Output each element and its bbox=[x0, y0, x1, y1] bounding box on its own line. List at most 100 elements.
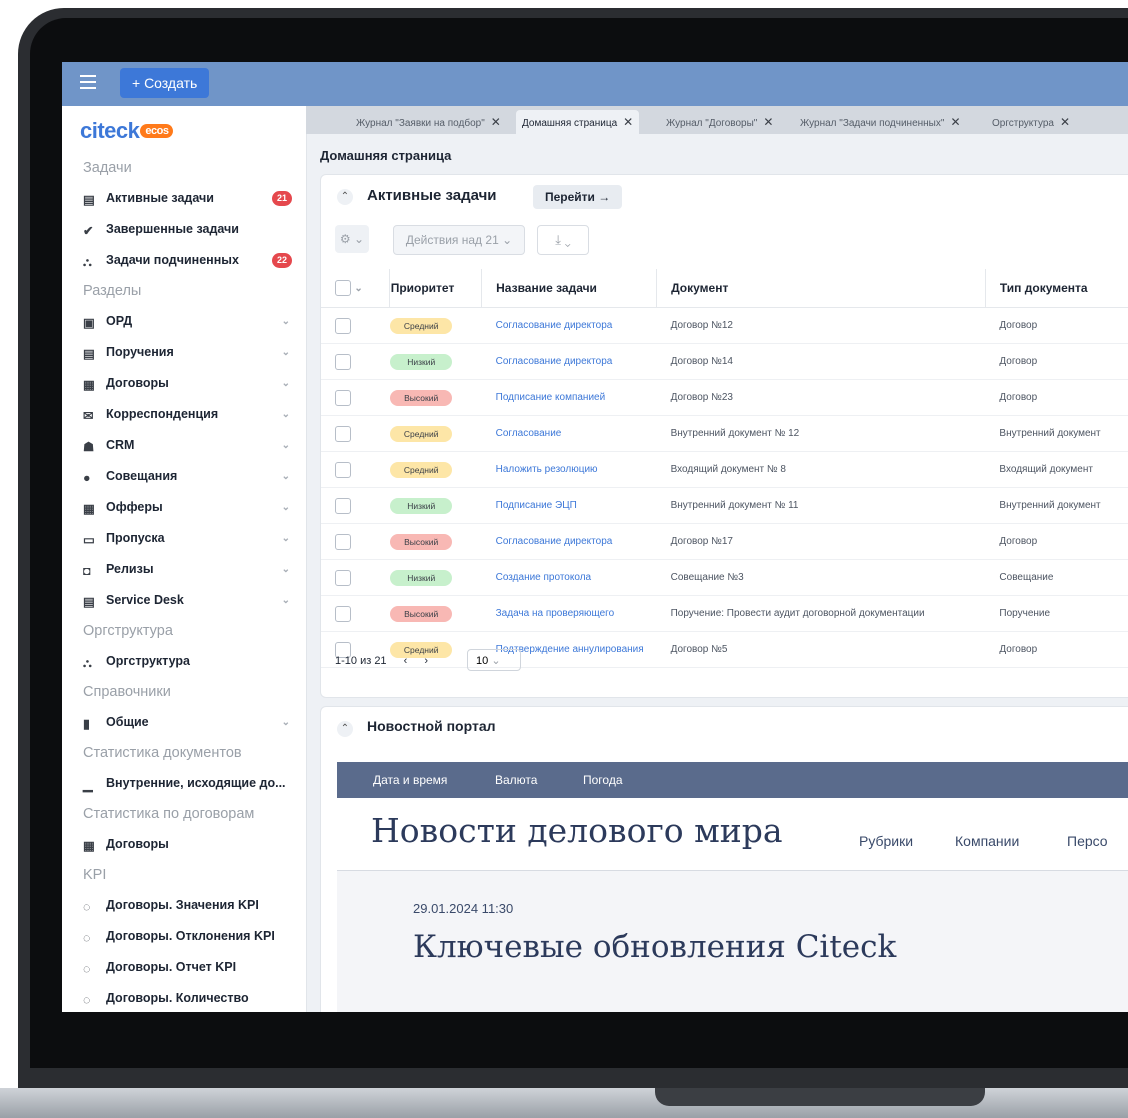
task-link[interactable]: Наложить резолюцию bbox=[496, 464, 598, 475]
column-header[interactable]: Тип документа bbox=[985, 269, 1128, 308]
close-icon[interactable]: ✕ bbox=[1060, 115, 1070, 129]
column-header[interactable]: Название задачи bbox=[481, 269, 658, 308]
chevron-down-icon[interactable]: ⌄ bbox=[282, 523, 290, 554]
table-row[interactable]: Низкий Согласование директора Договор №14 Д… bbox=[321, 343, 1128, 380]
task-link[interactable]: Подписание компанией bbox=[496, 392, 606, 403]
priority-badge: Низкий bbox=[390, 569, 453, 586]
bulk-actions-dropdown[interactable]: Действия над 21 ⌄ bbox=[393, 225, 525, 255]
settings-gear-icon[interactable]: ⚙ ⌄ bbox=[335, 225, 369, 253]
clipboard-icon: ▤ bbox=[83, 193, 95, 207]
chevron-down-icon[interactable]: ⌄ bbox=[282, 492, 290, 523]
chevron-down-icon[interactable]: ⌄ bbox=[282, 399, 290, 430]
table-row[interactable]: Средний Согласование директора Договор №12… bbox=[321, 307, 1128, 344]
tab[interactable]: Домашняя страница ✕ bbox=[516, 110, 640, 134]
row-checkbox[interactable] bbox=[335, 353, 351, 370]
row-checkbox[interactable] bbox=[335, 497, 351, 514]
goto-button[interactable]: Перейти → bbox=[533, 185, 623, 209]
download-icon[interactable]: ⤓ ⌄ bbox=[537, 225, 589, 255]
page-size-select[interactable]: 10 ⌄ bbox=[467, 649, 521, 671]
tab[interactable]: Журнал "Задачи подчиненных" ✕ bbox=[794, 110, 967, 134]
sidebar-item[interactable]: ▤ Service Desk ⌄ bbox=[62, 585, 306, 616]
news-nav-weather[interactable]: Погода bbox=[583, 762, 623, 798]
row-checkbox[interactable] bbox=[335, 533, 351, 550]
envelope-icon: ✉ bbox=[83, 409, 94, 423]
chevron-down-icon[interactable]: ⌄ bbox=[282, 585, 290, 616]
news-menu-persons[interactable]: Персо bbox=[1067, 833, 1108, 849]
row-checkbox[interactable] bbox=[335, 389, 351, 406]
news-nav-bar: Дата и время Валюта Погода bbox=[337, 762, 1128, 798]
sidebar-item[interactable]: ⛬ Оргструктура bbox=[62, 646, 306, 677]
sidebar-item[interactable]: ⛬ Задачи подчиненных 22 bbox=[62, 245, 306, 276]
chevron-down-icon[interactable]: ⌄ bbox=[282, 430, 290, 461]
close-icon[interactable]: ✕ bbox=[950, 115, 960, 129]
table-row[interactable]: Высокий Согласование директора Договор №17… bbox=[321, 523, 1128, 560]
close-icon[interactable]: ✕ bbox=[623, 115, 633, 129]
sidebar-item[interactable]: ☗ CRM ⌄ bbox=[62, 430, 306, 461]
row-checkbox[interactable] bbox=[335, 569, 351, 586]
sidebar-item[interactable]: ◌ Договоры. Количество bbox=[62, 983, 306, 1012]
chevron-down-icon[interactable]: ⌄ bbox=[354, 283, 362, 294]
sidebar-item[interactable]: ✔ Завершенные задачи bbox=[62, 214, 306, 245]
next-page-icon[interactable]: › bbox=[424, 655, 428, 667]
news-headline[interactable]: Ключевые обновления Citeck bbox=[413, 929, 896, 965]
table-row[interactable]: Средний Наложить резолюцию Входящий докуме… bbox=[321, 451, 1128, 488]
task-link[interactable]: Задача на проверяющего bbox=[496, 608, 615, 619]
news-nav-currency[interactable]: Валюта bbox=[495, 762, 537, 798]
table-row[interactable]: Средний Согласование Внутренний документ №… bbox=[321, 415, 1128, 452]
row-checkbox[interactable] bbox=[335, 461, 351, 478]
chevron-down-icon[interactable]: ⌄ bbox=[282, 554, 290, 585]
sidebar-item[interactable]: ▭ Пропуска ⌄ bbox=[62, 523, 306, 554]
table-row[interactable]: Низкий Подписание ЭЦП Внутренний документ … bbox=[321, 487, 1128, 524]
news-menu-rubrics[interactable]: Рубрики bbox=[859, 833, 913, 849]
sidebar-item[interactable]: ▦ Договоры bbox=[62, 829, 306, 860]
sidebar-item[interactable]: ● Совещания ⌄ bbox=[62, 461, 306, 492]
task-link[interactable]: Создание протокола bbox=[496, 572, 591, 583]
chevron-down-icon[interactable]: ⌄ bbox=[282, 707, 290, 738]
close-icon[interactable]: ✕ bbox=[491, 115, 501, 129]
sidebar-item[interactable]: ▦ Офферы ⌄ bbox=[62, 492, 306, 523]
task-link[interactable]: Согласование bbox=[496, 428, 562, 439]
hamburger-menu-icon[interactable] bbox=[80, 75, 96, 89]
row-checkbox[interactable] bbox=[335, 425, 351, 442]
prev-page-icon[interactable]: ‹ bbox=[404, 655, 408, 667]
sidebar-item[interactable]: ◌ Договоры. Значения KPI bbox=[62, 890, 306, 921]
collapse-up-icon[interactable]: ⌃ bbox=[337, 189, 353, 205]
table-row[interactable]: Высокий Подписание компанией Договор №23 До… bbox=[321, 379, 1128, 416]
sidebar-item[interactable]: ▤ Активные задачи 21 bbox=[62, 183, 306, 214]
chevron-down-icon[interactable]: ⌄ bbox=[282, 368, 290, 399]
task-link[interactable]: Согласование директора bbox=[496, 320, 613, 331]
select-all-header[interactable]: ⌄ bbox=[321, 269, 390, 308]
column-header[interactable]: Приоритет bbox=[389, 269, 483, 308]
task-link[interactable]: Подписание ЭЦП bbox=[496, 500, 577, 511]
chevron-down-icon[interactable]: ⌄ bbox=[282, 461, 290, 492]
row-checkbox[interactable] bbox=[335, 317, 351, 334]
task-link[interactable]: Согласование директора bbox=[496, 356, 613, 367]
close-icon[interactable]: ✕ bbox=[763, 115, 773, 129]
sidebar-item[interactable]: ▁ Внутренние, исходящие до... bbox=[62, 768, 306, 799]
sidebar-item[interactable]: ▣ ОРД ⌄ bbox=[62, 306, 306, 337]
sidebar-item[interactable]: ✉ Корреспонденция ⌄ bbox=[62, 399, 306, 430]
collapse-up-icon[interactable]: ⌃ bbox=[337, 721, 353, 737]
column-header[interactable]: Документ bbox=[656, 269, 986, 308]
tab[interactable]: Оргструктура ✕ bbox=[986, 110, 1076, 134]
citeck-logo[interactable]: citeck ecos bbox=[80, 118, 174, 144]
news-menu-companies[interactable]: Компании bbox=[955, 833, 1019, 849]
table-row[interactable]: Низкий Создание протокола Совещание №3 Сове… bbox=[321, 559, 1128, 596]
sidebar-item[interactable]: ◌ Договоры. Отклонения KPI bbox=[62, 921, 306, 952]
row-checkbox[interactable] bbox=[335, 605, 351, 622]
table-row[interactable]: Средний Подтверждение аннулирования Догово… bbox=[321, 631, 1128, 668]
sidebar-item[interactable]: ◘ Релизы ⌄ bbox=[62, 554, 306, 585]
tab[interactable]: Журнал "Договоры" ✕ bbox=[660, 110, 779, 134]
chevron-down-icon[interactable]: ⌄ bbox=[282, 306, 290, 337]
task-link[interactable]: Согласование директора bbox=[496, 536, 613, 547]
sidebar-item[interactable]: ▦ Договоры ⌄ bbox=[62, 368, 306, 399]
tab[interactable]: Журнал "Заявки на подбор" ✕ bbox=[350, 110, 507, 134]
sidebar-item[interactable]: ◌ Договоры. Отчет KPI bbox=[62, 952, 306, 983]
sidebar-item[interactable]: ▤ Поручения ⌄ bbox=[62, 337, 306, 368]
create-button[interactable]: + Создать bbox=[120, 68, 210, 98]
select-all-checkbox[interactable] bbox=[335, 280, 351, 296]
sidebar-item[interactable]: ▮ Общие ⌄ bbox=[62, 707, 306, 738]
table-row[interactable]: Высокий Задача на проверяющего Поручение: … bbox=[321, 595, 1128, 632]
news-nav-datetime[interactable]: Дата и время bbox=[373, 762, 447, 798]
chevron-down-icon[interactable]: ⌄ bbox=[282, 337, 290, 368]
